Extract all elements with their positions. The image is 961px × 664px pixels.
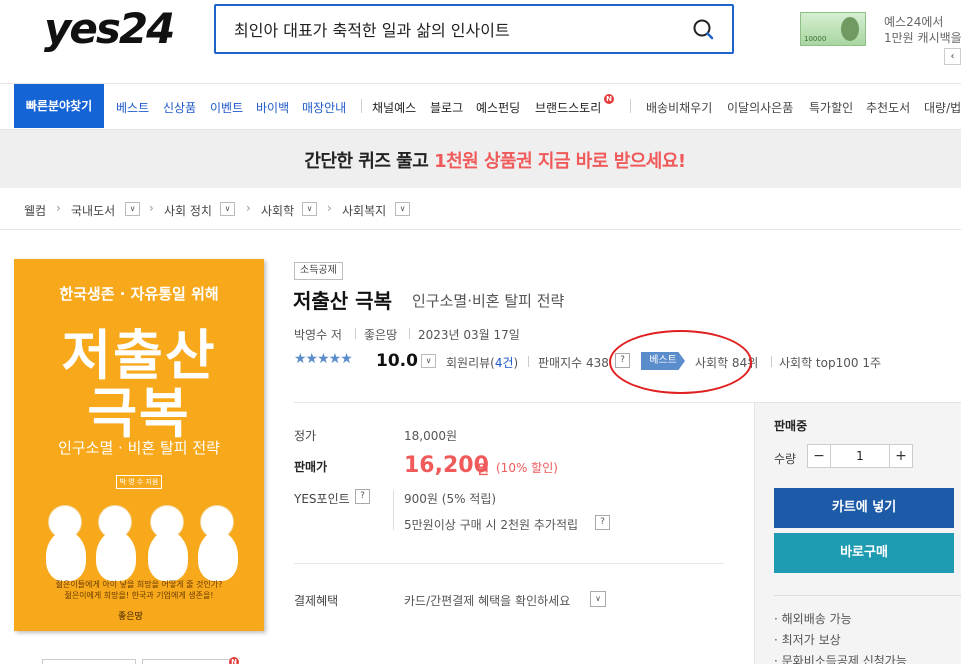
book-publisher[interactable]: 좋은땅 [364, 326, 397, 343]
sales-index: 판매지수 438 [538, 356, 609, 370]
nav-fill-shipping[interactable]: 배송비채우기 [646, 99, 712, 116]
cashback-promo-text[interactable]: 예스24에서 1만원 캐시백을?! [884, 14, 961, 46]
book-title: 저출산 극복 [293, 289, 392, 313]
search-input[interactable] [234, 16, 674, 42]
chevron-down-icon[interactable]: ∨ [302, 202, 317, 216]
sale-price-unit: 원 [477, 463, 489, 478]
list-price-label: 정가 [294, 429, 317, 443]
quantity-minus-button[interactable]: − [807, 444, 831, 468]
quantity-plus-button[interactable]: + [889, 444, 913, 468]
nav-divider [630, 99, 631, 113]
header: yes24 10000 예스24에서 1만원 캐시백을?! ‹ [0, 0, 961, 84]
nav-channel-yes[interactable]: 채널예스 [372, 99, 416, 116]
payment-benefit-label: 결제혜택 [294, 594, 339, 608]
culture-tax-note: · 문화비소득공제 신청가능 [774, 654, 907, 664]
sale-status: 판매중 [774, 419, 808, 433]
payment-benefit-value[interactable]: 카드/간편결제 혜택을 확인하세요 [404, 592, 570, 609]
quantity-input[interactable] [831, 444, 889, 468]
promo-prev-button[interactable]: ‹ [944, 48, 961, 65]
quick-category-button[interactable]: 빠른분야찾기 [14, 84, 104, 128]
top100-rank-link[interactable]: 사회학 top100 1주 [779, 354, 881, 371]
nav-buyback[interactable]: 바이백 [256, 99, 289, 116]
nav-divider [361, 99, 362, 113]
chevron-down-icon[interactable]: ∨ [220, 202, 235, 216]
breadcrumb-home[interactable]: 웰컴 [24, 202, 46, 219]
list-price: 18,000원 [404, 429, 458, 443]
sale-price-label: 판매가 [294, 460, 328, 474]
breadcrumb-domestic-books[interactable]: 국내도서 [71, 202, 115, 219]
publish-date: 2023년 03월 17일 [418, 328, 520, 342]
search-icon[interactable] [692, 18, 716, 42]
chevron-down-icon[interactable]: ∨ [590, 591, 606, 607]
tax-deduction-tag: 소득공제 [294, 262, 343, 280]
nav-store-info[interactable]: 매장안내 [302, 99, 346, 116]
nav-new[interactable]: 신상품 [163, 99, 196, 116]
new-badge: N [604, 94, 614, 104]
main-nav: 빠른분야찾기 베스트 신상품 이벤트 바이백 매장안내 채널예스 블로그 예스펀… [0, 84, 961, 130]
lowest-price-note: · 최저가 보상 [774, 633, 841, 647]
nav-event[interactable]: 이벤트 [210, 99, 243, 116]
add-to-cart-button[interactable]: 카트에 넣기 [774, 488, 954, 528]
nav-best[interactable]: 베스트 [116, 99, 149, 116]
breadcrumb-social-welfare[interactable]: 사회복지 [342, 202, 386, 219]
extra-point-info: 5만원이상 구매 시 2천원 추가적립 [404, 518, 579, 532]
help-icon[interactable]: ? [355, 489, 370, 504]
overseas-shipping-note: · 해외배송 가능 [774, 612, 852, 626]
annotation-ellipse [609, 330, 752, 394]
chevron-down-icon[interactable]: ∨ [125, 202, 140, 216]
rating-score: 10.0 [376, 351, 418, 371]
chevron-right-icon: › [246, 201, 251, 215]
search-box [214, 4, 734, 54]
book-author[interactable]: 박영수 저 [294, 326, 342, 343]
quiz-banner[interactable]: 간단한 퀴즈 풀고 1천원 상품권 지금 바로 받으세요! [0, 130, 961, 188]
book-subtitle: 인구소멸·비혼 탈피 전략 [412, 292, 565, 310]
nav-blog[interactable]: 블로그 [430, 99, 463, 116]
chevron-right-icon: › [149, 201, 154, 215]
rating-stars: ★★★★★ [294, 351, 353, 367]
breadcrumb: 웰컴 › 국내도서 ∨ › 사회 정치 ∨ › 사회학 ∨ › 사회복지 ∨ [0, 188, 961, 230]
banner-text: 간단한 퀴즈 풀고 1천원 상품권 지금 바로 받으세요! [304, 151, 686, 172]
breadcrumb-sociology[interactable]: 사회학 [261, 202, 294, 219]
nav-bulk[interactable]: 대량/법 [924, 99, 961, 116]
breadcrumb-social-politics[interactable]: 사회 정치 [164, 202, 212, 219]
chevron-right-icon: › [56, 201, 61, 215]
chevron-right-icon: › [327, 201, 332, 215]
bottom-tab [42, 659, 136, 664]
nav-yes-funding[interactable]: 예스펀딩 [476, 99, 520, 116]
divider [294, 563, 724, 564]
nav-brand-story[interactable]: 브랜드스토리 [535, 99, 601, 116]
buy-now-button[interactable]: 바로구매 [774, 533, 954, 573]
nav-special-sale[interactable]: 특가할인 [809, 99, 853, 116]
help-icon[interactable]: ? [595, 515, 610, 530]
nav-monthly-gift[interactable]: 이달의사은품 [727, 99, 793, 116]
new-badge: N [229, 657, 239, 664]
chevron-down-icon[interactable]: ∨ [421, 354, 436, 368]
discount-rate: (10% 할인) [496, 461, 558, 475]
quantity-label: 수량 [774, 452, 797, 466]
chevron-down-icon[interactable]: ∨ [395, 202, 410, 216]
yes24-logo[interactable]: yes24 [44, 4, 175, 53]
yes-point-label: YES포인트 [294, 492, 350, 506]
divider [294, 402, 754, 403]
yes-point-value: 900원 (5% 적립) [404, 492, 497, 506]
bottom-tab [142, 659, 236, 664]
book-cover-image[interactable]: 한국생존 · 자유통일 위해 저출산 극복 인구소멸 · 비혼 탈피 전략 박 … [14, 259, 264, 631]
nav-recommended[interactable]: 추천도서 [866, 99, 910, 116]
member-review-link[interactable]: 회원리뷰(4건) [446, 354, 518, 371]
cash-banknote-image[interactable]: 10000 [800, 12, 866, 46]
